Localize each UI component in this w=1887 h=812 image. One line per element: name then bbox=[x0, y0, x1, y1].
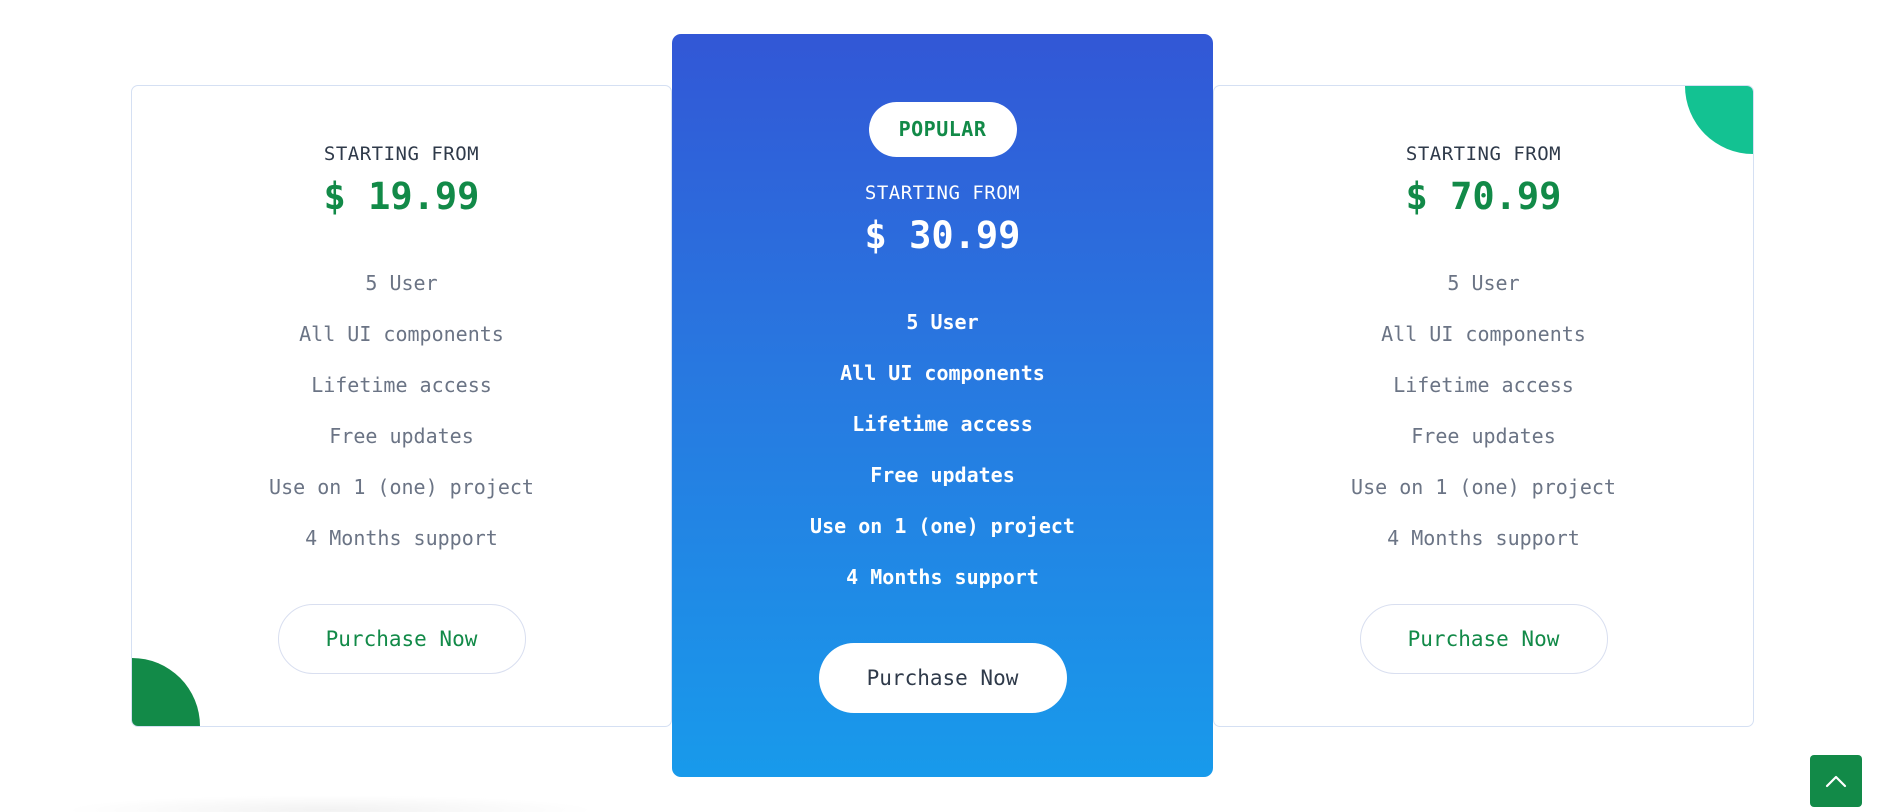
starting-from-label: STARTING FROM bbox=[864, 182, 1021, 204]
feature-item: 4 Months support bbox=[846, 565, 1039, 589]
feature-list: 5 User All UI components Lifetime access… bbox=[1214, 258, 1753, 564]
feature-item: All UI components bbox=[299, 322, 504, 346]
purchase-now-button[interactable]: Purchase Now bbox=[1359, 604, 1608, 674]
popular-badge: POPULAR bbox=[868, 102, 1017, 157]
chevron-up-icon bbox=[1825, 775, 1847, 788]
feature-item: 5 User bbox=[906, 310, 979, 334]
feature-list: 5 User All UI components Lifetime access… bbox=[672, 297, 1213, 603]
feature-item: Lifetime access bbox=[311, 373, 492, 397]
feature-item: Use on 1 (one) project bbox=[1351, 475, 1616, 499]
feature-item: All UI components bbox=[840, 361, 1045, 385]
pricing-card-premium: STARTING FROM $ 70.99 5 User All UI comp… bbox=[1213, 85, 1754, 727]
feature-item: Free updates bbox=[1411, 424, 1556, 448]
feature-item: Lifetime access bbox=[852, 412, 1033, 436]
price: $ 30.99 bbox=[864, 214, 1021, 257]
starting-from-label: STARTING FROM bbox=[323, 143, 480, 165]
feature-item: All UI components bbox=[1381, 322, 1586, 346]
feature-item: Lifetime access bbox=[1393, 373, 1574, 397]
feature-item: 5 User bbox=[1447, 271, 1520, 295]
feature-item: 4 Months support bbox=[305, 526, 498, 550]
feature-item: Free updates bbox=[329, 424, 474, 448]
decorative-circle bbox=[132, 658, 200, 726]
feature-item: Use on 1 (one) project bbox=[810, 514, 1075, 538]
feature-item: 4 Months support bbox=[1387, 526, 1580, 550]
pricing-section: STARTING FROM $ 19.99 5 User All UI comp… bbox=[0, 0, 1887, 812]
feature-item: Use on 1 (one) project bbox=[269, 475, 534, 499]
scroll-to-top-button[interactable] bbox=[1810, 755, 1862, 807]
pricing-card-basic: STARTING FROM $ 19.99 5 User All UI comp… bbox=[131, 85, 672, 727]
feature-item: Free updates bbox=[870, 463, 1015, 487]
purchase-now-button[interactable]: Purchase Now bbox=[818, 643, 1067, 713]
starting-from-label: STARTING FROM bbox=[1405, 143, 1562, 165]
feature-item: 5 User bbox=[365, 271, 438, 295]
price: $ 19.99 bbox=[323, 175, 480, 218]
feature-list: 5 User All UI components Lifetime access… bbox=[132, 258, 671, 564]
purchase-now-button[interactable]: Purchase Now bbox=[277, 604, 526, 674]
price: $ 70.99 bbox=[1405, 175, 1562, 218]
section-shadow bbox=[60, 795, 600, 812]
pricing-card-popular: POPULAR STARTING FROM $ 30.99 5 User All… bbox=[672, 34, 1213, 777]
